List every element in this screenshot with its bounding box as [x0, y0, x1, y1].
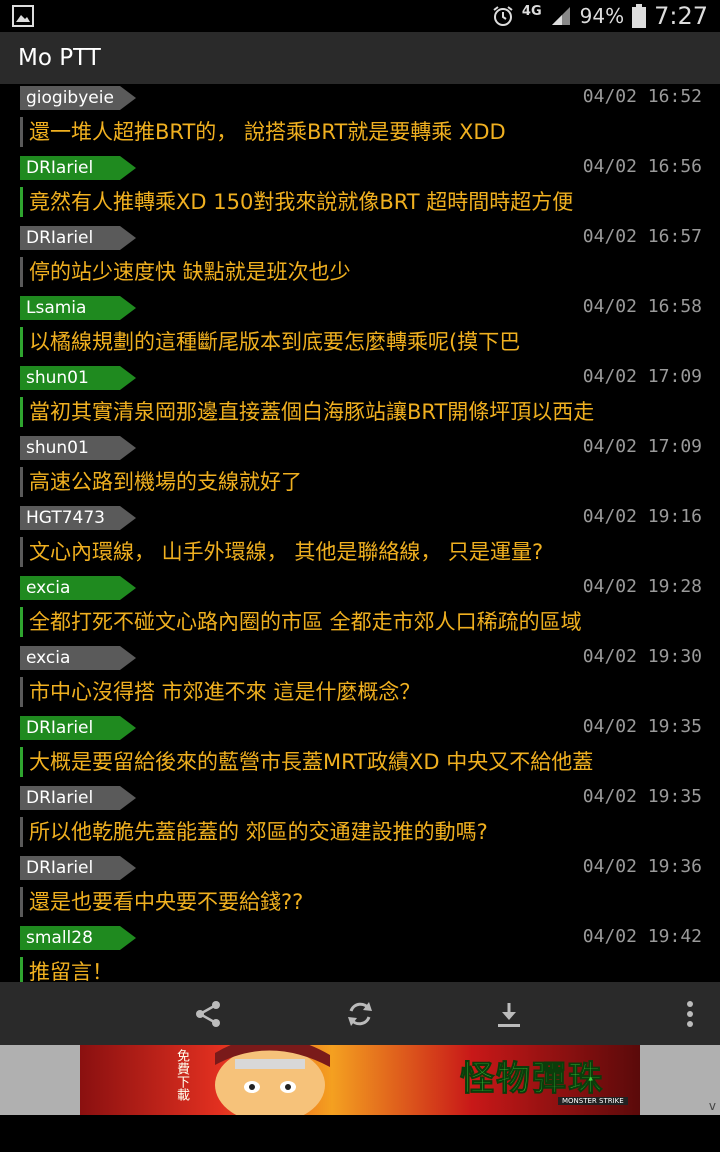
comment-author: DRIariel — [26, 158, 94, 178]
comment-author: excia — [26, 648, 71, 668]
comment-item[interactable]: HGT7473 04/02 19:16 文心內環線， 山手外環線， 其他是聯絡線， … — [0, 504, 720, 574]
comment-author: excia — [26, 578, 71, 598]
gallery-icon — [12, 5, 34, 27]
comment-author: shun01 — [26, 368, 89, 388]
comment-text: 大概是要留給後來的藍營市長蓋MRT政績XD 中央又不給他蓋 — [20, 747, 710, 777]
comment-text: 還是也要看中央要不要給錢?? — [20, 887, 710, 917]
share-button[interactable] — [190, 996, 226, 1032]
comment-timestamp: 04/02 16:57 — [582, 226, 702, 247]
comment-item[interactable]: shun01 04/02 17:09 當初其實清泉岡那邊直接蓋個白海豚站讓BRT開條… — [0, 364, 720, 434]
comment-text: 推留言！ — [20, 957, 710, 982]
app-bar: Mo PTT — [0, 32, 720, 84]
comment-item[interactable]: Lsamia 04/02 16:58 以橘線規劃的這種斷尾版本到底要怎麼轉乘呢(摸下… — [0, 294, 720, 364]
comment-author-tag[interactable]: excia — [20, 646, 136, 670]
comment-text: 全都打死不碰文心路內圈的市區 全都走市郊人口稀疏的區域 — [20, 607, 710, 637]
app-title: Mo PTT — [18, 45, 101, 71]
bottom-toolbar — [0, 982, 720, 1045]
download-button[interactable] — [491, 996, 527, 1032]
ad-close-button[interactable]: v — [709, 1099, 716, 1113]
ad-side-text: 免費下載 — [174, 1049, 189, 1101]
comment-text: 當初其實清泉岡那邊直接蓋個白海豚站讓BRT開條坪頂以西走 — [20, 397, 710, 427]
comment-item[interactable]: giogibyeie 04/02 16:52 還一堆人超推BRT的， 說搭乘BRT就… — [0, 84, 720, 154]
battery-icon — [632, 4, 647, 28]
comment-text: 所以他乾脆先蓋能蓋的 郊區的交通建設推的動嗎? — [20, 817, 710, 847]
comment-author-tag[interactable]: excia — [20, 576, 136, 600]
refresh-button[interactable] — [342, 996, 378, 1032]
comment-author-tag[interactable]: Lsamia — [20, 296, 136, 320]
comment-author-tag[interactable]: small28 — [20, 926, 136, 950]
signal-icon — [551, 7, 570, 25]
comment-author: DRIariel — [26, 788, 94, 808]
comment-timestamp: 04/02 16:56 — [582, 156, 702, 177]
comment-author: DRIariel — [26, 228, 94, 248]
comment-author-tag[interactable]: DRIariel — [20, 226, 136, 250]
comment-text: 還一堆人超推BRT的， 說搭乘BRT就是要轉乘 XDD — [20, 117, 710, 147]
comment-author: giogibyeie — [26, 88, 114, 108]
comment-text: 文心內環線， 山手外環線， 其他是聯絡線， 只是運量? — [20, 537, 710, 567]
more-options-button[interactable] — [672, 996, 708, 1032]
ad-character-art — [215, 1045, 330, 1115]
comment-item[interactable]: excia 04/02 19:28 全都打死不碰文心路內圈的市區 全都走市郊人口稀疏… — [0, 574, 720, 644]
ad-image[interactable]: 免費下載 怪物彈珠 MONSTER STRIKE — [80, 1045, 640, 1115]
comment-author-tag[interactable]: shun01 — [20, 436, 136, 460]
comment-item[interactable]: DRIariel 04/02 19:35 大概是要留給後來的藍營市長蓋MRT政績XD… — [0, 714, 720, 784]
comment-author: DRIariel — [26, 718, 94, 738]
more-vert-icon — [687, 1001, 693, 1027]
comment-author-tag[interactable]: DRIariel — [20, 786, 136, 810]
comment-timestamp: 04/02 17:09 — [582, 436, 702, 457]
comment-text: 停的站少速度快 缺點就是班次也少 — [20, 257, 710, 287]
bottom-spacer — [0, 1115, 720, 1152]
network-type: 4G — [521, 3, 542, 19]
comment-author: shun01 — [26, 438, 89, 458]
comment-text: 市中心沒得搭 市郊進不來 這是什麼概念？ — [20, 677, 710, 707]
comment-item[interactable]: small28 04/02 19:42 推留言！ — [0, 924, 720, 982]
comment-author-tag[interactable]: DRIariel — [20, 156, 136, 180]
comment-timestamp: 04/02 19:35 — [582, 716, 702, 737]
comment-author: Lsamia — [26, 298, 87, 318]
clock: 7:27 — [654, 2, 708, 30]
comment-list[interactable]: giogibyeie 04/02 16:52 還一堆人超推BRT的， 說搭乘BRT就… — [0, 84, 720, 982]
comment-timestamp: 04/02 19:36 — [582, 856, 702, 877]
comment-author-tag[interactable]: DRIariel — [20, 716, 136, 740]
comment-text: 竟然有人推轉乘XD 150對我來說就像BRT 超時間時超方便 — [20, 187, 710, 217]
ad-banner[interactable]: 免費下載 怪物彈珠 MONSTER STRIKE v — [0, 1045, 720, 1115]
comment-author: HGT7473 — [26, 508, 105, 528]
comment-author: DRIariel — [26, 858, 94, 878]
comment-text: 以橘線規劃的這種斷尾版本到底要怎麼轉乘呢(摸下巴 — [20, 327, 710, 357]
comment-item[interactable]: DRIariel 04/02 16:56 竟然有人推轉乘XD 150對我來說就像BR… — [0, 154, 720, 224]
alarm-icon — [493, 6, 513, 26]
comment-timestamp: 04/02 19:16 — [582, 506, 702, 527]
refresh-icon — [348, 1002, 372, 1026]
ad-subtitle: MONSTER STRIKE — [558, 1097, 628, 1105]
comment-timestamp: 04/02 19:28 — [582, 576, 702, 597]
comment-item[interactable]: DRIariel 04/02 19:35 所以他乾脆先蓋能蓋的 郊區的交通建設推的動… — [0, 784, 720, 854]
comment-text: 高速公路到機場的支線就好了 — [20, 467, 710, 497]
comment-timestamp: 04/02 17:09 — [582, 366, 702, 387]
comment-item[interactable]: excia 04/02 19:30 市中心沒得搭 市郊進不來 這是什麼概念？ — [0, 644, 720, 714]
comment-item[interactable]: shun01 04/02 17:09 高速公路到機場的支線就好了 — [0, 434, 720, 504]
comment-item[interactable]: DRIariel 04/02 19:36 還是也要看中央要不要給錢?? — [0, 854, 720, 924]
share-icon — [196, 1001, 220, 1027]
comment-author-tag[interactable]: shun01 — [20, 366, 136, 390]
comment-timestamp: 04/02 19:30 — [582, 646, 702, 667]
comment-item[interactable]: DRIariel 04/02 16:57 停的站少速度快 缺點就是班次也少 — [0, 224, 720, 294]
comment-author-tag[interactable]: giogibyeie — [20, 86, 136, 110]
comment-timestamp: 04/02 16:52 — [582, 86, 702, 107]
comment-author: small28 — [26, 928, 93, 948]
comment-author-tag[interactable]: DRIariel — [20, 856, 136, 880]
status-bar: 4G 94% 7:27 — [0, 0, 720, 32]
comment-timestamp: 04/02 19:42 — [582, 926, 702, 947]
download-icon — [498, 1003, 520, 1027]
battery-percent: 94% — [579, 4, 625, 28]
comment-author-tag[interactable]: HGT7473 — [20, 506, 136, 530]
comment-timestamp: 04/02 16:58 — [582, 296, 702, 317]
comment-timestamp: 04/02 19:35 — [582, 786, 702, 807]
ad-title: 怪物彈珠 — [460, 1059, 604, 1100]
